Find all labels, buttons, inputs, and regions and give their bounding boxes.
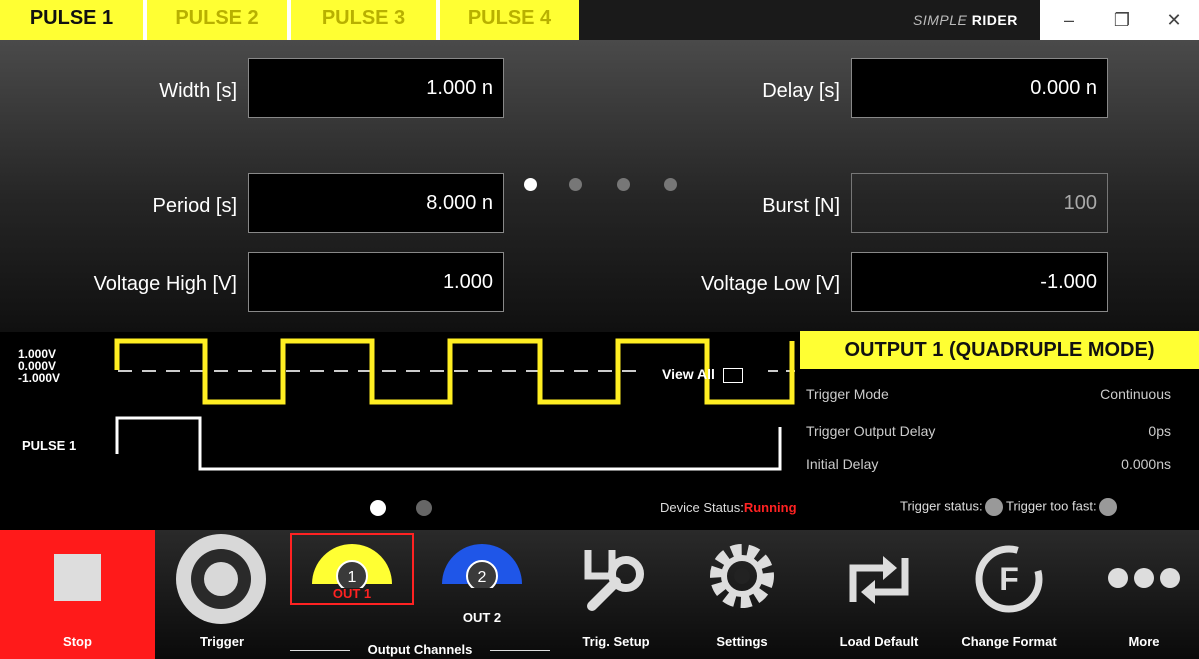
change-format-label: Change Format [961, 634, 1057, 649]
info-label: Trigger Output Delay [806, 423, 936, 439]
trigger-status-indicator [984, 498, 1003, 516]
info-row: Initial Delay 0.000ns [806, 456, 1171, 472]
out-1-button[interactable]: 1 OUT 1 [290, 530, 414, 659]
info-value: Continuous [1100, 386, 1171, 402]
stop-button[interactable]: Stop [0, 530, 155, 659]
page-dot-2[interactable] [569, 178, 582, 191]
waveform-plot [114, 338, 795, 471]
trigger-icon-core [204, 562, 238, 596]
width-label: Width [s] [159, 80, 237, 102]
tab-pulse-3[interactable]: PULSE 3 [291, 0, 436, 40]
load-default-button[interactable]: Load Default [824, 530, 934, 659]
bottom-toolbar: Stop Trigger 1 OUT 1 2 OUT 2 Trig. Setup [0, 530, 1199, 659]
trigger-status-label: Trigger status: [900, 498, 983, 514]
out-2-label: OUT 2 [462, 610, 502, 625]
settings-button[interactable]: Settings [692, 530, 792, 659]
gear-icon [710, 544, 774, 608]
app-brand: SIMPLE RIDER [913, 12, 1018, 28]
trigger-status: Trigger status: Trigger too fast: [900, 498, 1117, 516]
device-status-label: Device Status: [660, 500, 744, 515]
out-1-gauge-icon: 1 [312, 544, 392, 588]
brand-name: RIDER [971, 12, 1018, 28]
info-label: Initial Delay [806, 456, 879, 472]
trig-setup-button[interactable]: Trig. Setup [566, 530, 666, 659]
trigger-label: Trigger [199, 634, 245, 649]
device-status-value: Running [743, 500, 797, 515]
device-status: Device Status:Running [660, 500, 797, 515]
svg-text:F: F [999, 561, 1019, 597]
wave-page-dot-1[interactable] [370, 500, 386, 516]
trigger-too-fast-indicator [1098, 498, 1117, 516]
window-icon [722, 367, 743, 383]
trigger-button[interactable]: Trigger [172, 530, 272, 659]
pulse-parameters-panel: Width [s] 1.000 n Delay [s] 0.000 n Peri… [0, 40, 1199, 332]
view-all-label: View All [662, 366, 715, 382]
out-2-button[interactable]: 2 OUT 2 [440, 530, 524, 659]
voltage-high-field[interactable]: 1.000 [248, 252, 504, 312]
page-dot-4[interactable] [664, 178, 677, 191]
settings-label: Settings [716, 634, 768, 649]
load-default-label: Load Default [839, 634, 919, 649]
format-icon: F [975, 545, 1043, 613]
output-channels-caption: Output Channels [290, 642, 550, 657]
info-row: Trigger Output Delay 0ps [806, 423, 1171, 439]
output-info-title: OUTPUT 1 (QUADRUPLE MODE) [800, 331, 1199, 369]
info-label: Trigger Mode [806, 386, 889, 402]
voltage-low-label: Voltage Low [V] [701, 273, 840, 295]
wrench-icon [584, 550, 644, 611]
more-icon [1108, 568, 1180, 588]
voltage-low-field[interactable]: -1.000 [851, 252, 1108, 312]
minimize-button[interactable]: – [1044, 0, 1094, 40]
info-value: 0.000ns [1121, 456, 1171, 472]
trig-setup-label: Trig. Setup [582, 634, 650, 649]
burst-field: 100 [851, 173, 1108, 233]
pulse-1-trace [115, 416, 782, 471]
title-bar: PULSE 1 PULSE 2 PULSE 3 PULSE 4 SIMPLE R… [0, 0, 1199, 40]
period-label: Period [s] [152, 195, 237, 217]
delay-label: Delay [s] [762, 80, 840, 102]
info-value: 0ps [1148, 423, 1171, 439]
more-label: More [1128, 634, 1160, 649]
width-field[interactable]: 1.000 n [248, 58, 504, 118]
out-2-gauge-icon: 2 [442, 544, 522, 588]
out-1-number: 1 [348, 569, 357, 586]
restore-button[interactable]: ❐ [1097, 0, 1147, 40]
page-dot-1[interactable] [524, 178, 537, 191]
tab-pulse-2[interactable]: PULSE 2 [147, 0, 287, 40]
change-format-button[interactable]: F Change Format [944, 530, 1074, 659]
delay-field[interactable]: 0.000 n [851, 58, 1108, 118]
view-all-button[interactable]: View All [662, 366, 743, 383]
out-1-label: OUT 1 [332, 586, 372, 601]
out-2-number: 2 [478, 569, 487, 586]
brand-prefix: SIMPLE [913, 12, 968, 28]
info-row: Trigger Mode Continuous [806, 386, 1171, 402]
page-dot-3[interactable] [617, 178, 630, 191]
period-field[interactable]: 8.000 n [248, 173, 504, 233]
burst-label: Burst [N] [762, 195, 840, 217]
tab-pulse-4[interactable]: PULSE 4 [440, 0, 579, 40]
repeat-icon [849, 556, 909, 604]
wave-page-dot-2[interactable] [416, 500, 432, 516]
close-button[interactable]: ✕ [1149, 0, 1199, 40]
trigger-too-fast-label: Trigger too fast: [1006, 498, 1097, 514]
stop-label: Stop [63, 634, 92, 649]
more-button[interactable]: More [1094, 530, 1194, 659]
stop-icon [54, 554, 101, 601]
voltage-high-label: Voltage High [V] [93, 273, 237, 295]
tab-pulse-1[interactable]: PULSE 1 [0, 0, 143, 40]
